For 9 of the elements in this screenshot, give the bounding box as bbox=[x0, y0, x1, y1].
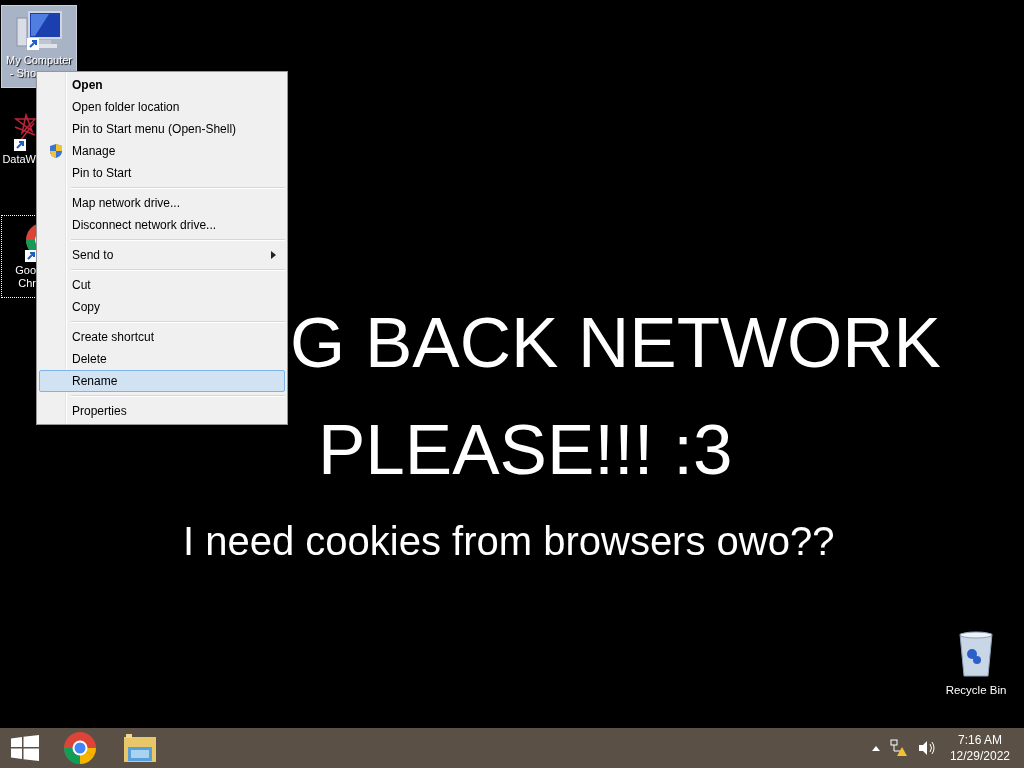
shortcut-label: Goo bbox=[14, 264, 36, 277]
wallpaper-text: G BACK NETWORK bbox=[290, 302, 941, 384]
shortcut-label: DataW bbox=[2, 153, 36, 166]
shortcut-label: Recycle Bin bbox=[945, 684, 1007, 696]
shortcut-label: - Sho bbox=[8, 67, 36, 80]
wallpaper-text: PLEASE!!! :3 bbox=[318, 408, 733, 491]
shortcut-label: Chr bbox=[17, 277, 36, 290]
wallpaper-text: I need cookies from browsers owo?? bbox=[183, 518, 835, 565]
shortcut-label: My Computer bbox=[5, 54, 73, 67]
